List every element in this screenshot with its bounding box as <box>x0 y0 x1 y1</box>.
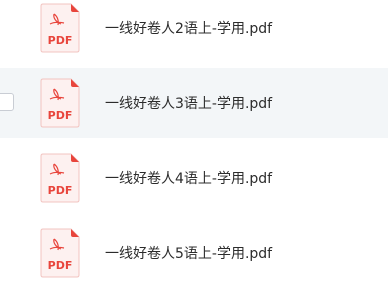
pdf-icon-label: PDF <box>48 184 73 197</box>
file-row[interactable]: PDF 一线好卷人2语上-学用.pdf <box>0 0 388 63</box>
pdf-file-icon: PDF <box>40 3 80 53</box>
file-name[interactable]: 一线好卷人4语上-学用.pdf <box>105 168 272 188</box>
row-checkbox[interactable] <box>0 93 14 111</box>
pdf-file-icon: PDF <box>40 153 80 203</box>
file-name[interactable]: 一线好卷人2语上-学用.pdf <box>105 18 272 38</box>
pdf-icon-label: PDF <box>48 34 73 47</box>
file-name[interactable]: 一线好卷人5语上-学用.pdf <box>105 243 272 263</box>
pdf-file-icon: PDF <box>40 78 80 128</box>
file-name[interactable]: 一线好卷人3语上-学用.pdf <box>105 93 272 113</box>
file-row[interactable]: PDF 一线好卷人3语上-学用.pdf <box>0 68 388 138</box>
pdf-icon-label: PDF <box>48 259 73 272</box>
file-list: PDF 一线好卷人2语上-学用.pdf PDF 一线好卷人3语上-学用.pdf … <box>0 0 388 291</box>
file-row[interactable]: PDF 一线好卷人4语上-学用.pdf <box>0 143 388 213</box>
pdf-icon-label: PDF <box>48 109 73 122</box>
pdf-file-icon: PDF <box>40 228 80 278</box>
file-row[interactable]: PDF 一线好卷人5语上-学用.pdf <box>0 218 388 288</box>
